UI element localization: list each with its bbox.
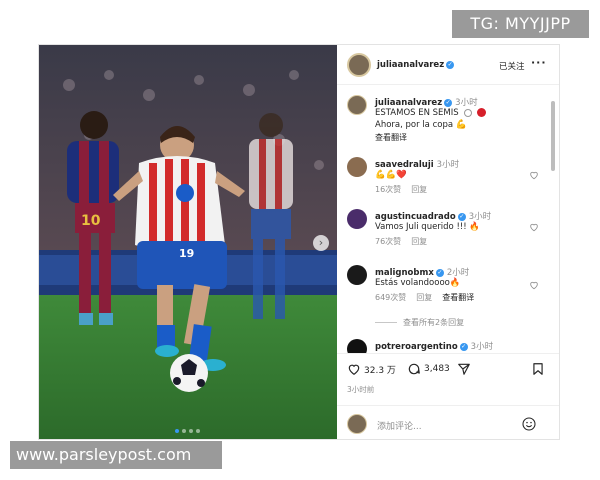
comment-text: Estás volandoooo🔥 xyxy=(375,278,461,288)
save-button[interactable] xyxy=(531,362,545,376)
add-comment-bar: 添加评论... xyxy=(337,405,559,439)
caption-username[interactable]: juliaanalvarez ✓ 3小时 xyxy=(375,96,478,108)
chevron-right-icon[interactable]: › xyxy=(313,235,329,251)
site-watermark: www.parsleypost.com xyxy=(10,441,222,469)
post-side-panel: juliaanalvarez ✓ 已关注 ··· juliaanalvarez ✓ 3… xyxy=(337,45,559,439)
following-button[interactable]: 已关注 xyxy=(499,60,525,72)
reply-button[interactable]: 回复 xyxy=(411,237,427,246)
action-bar: 32.3 万 3,483 3小时前 xyxy=(337,353,559,405)
comment-count: 3,483 xyxy=(424,364,450,374)
comment-text: 💪💪❤️ xyxy=(375,170,407,180)
heart-icon[interactable] xyxy=(529,222,539,232)
carousel-dot xyxy=(182,429,186,433)
instagram-post: 10 19 › juliaanalvarez ✓ 已关注 ··· juliaan… xyxy=(38,44,560,440)
bookmark-icon xyxy=(533,363,543,375)
view-replies-link[interactable]: 查看所有2条回复 xyxy=(375,317,464,328)
heart-icon[interactable] xyxy=(529,280,539,290)
avatar[interactable] xyxy=(347,95,367,115)
caption-text-line1: ESTAMOS EN SEMIS xyxy=(375,108,487,118)
svg-text:19: 19 xyxy=(179,247,194,260)
reply-button[interactable]: 回复 xyxy=(411,185,427,194)
avatar[interactable] xyxy=(347,339,367,353)
comment-meta: 16次赞 回复 xyxy=(375,184,437,195)
red-circle-emoji-icon xyxy=(477,108,487,117)
verified-icon: ✓ xyxy=(444,98,453,107)
heart-icon[interactable] xyxy=(529,170,539,180)
carousel-dot xyxy=(175,429,179,433)
share-icon xyxy=(458,363,470,375)
emoji-icon[interactable] xyxy=(521,416,537,432)
comment-icon xyxy=(408,363,420,375)
comment-username[interactable]: saavedraluji 3小时 xyxy=(375,158,459,170)
carousel-dots xyxy=(175,429,200,433)
header-username[interactable]: juliaanalvarez ✓ xyxy=(377,60,455,70)
avatar[interactable] xyxy=(347,157,367,177)
carousel-dot xyxy=(189,429,193,433)
carousel-dot xyxy=(196,429,200,433)
comment-input[interactable]: 添加评论... xyxy=(377,419,422,432)
verified-icon: ✓ xyxy=(435,268,444,277)
caption-text-line2: Ahora, por la copa 💪 xyxy=(375,120,467,130)
share-button[interactable] xyxy=(457,362,471,376)
comment-likes[interactable]: 649次赞 xyxy=(375,293,406,302)
see-translation-link[interactable]: 查看翻译 xyxy=(442,293,474,302)
comment-username[interactable]: agustincuadrado ✓ 3小时 xyxy=(375,210,491,222)
svg-text:10: 10 xyxy=(81,213,101,229)
comment-meta: 76次赞 回复 xyxy=(375,236,437,247)
comments-list[interactable]: juliaanalvarez ✓ 3小时 ESTAMOS EN SEMIS Ahor… xyxy=(337,85,559,353)
like-count: 32.3 万 xyxy=(364,365,396,376)
like-button[interactable]: 32.3 万 xyxy=(347,362,396,376)
comment-meta: 649次赞 回复 查看翻译 xyxy=(375,292,484,303)
flexed-bicep-emoji-icon: 💪 xyxy=(455,120,467,130)
verified-icon: ✓ xyxy=(457,212,466,221)
post-photo[interactable]: 10 19 › xyxy=(39,45,337,439)
reply-button[interactable]: 回复 xyxy=(416,293,432,302)
verified-icon: ✓ xyxy=(446,60,455,69)
post-timestamp: 3小时前 xyxy=(347,385,375,394)
more-options-button[interactable]: ··· xyxy=(531,56,547,69)
see-translation-link[interactable]: 查看翻译 xyxy=(375,132,407,143)
avatar xyxy=(347,414,367,434)
comment-username[interactable]: malignobmx ✓ 2小时 xyxy=(375,266,469,278)
avatar[interactable] xyxy=(347,209,367,229)
avatar[interactable] xyxy=(347,265,367,285)
comment-button[interactable]: 3,483 xyxy=(407,362,450,376)
verified-icon: ✓ xyxy=(459,342,468,351)
comment-username[interactable]: potreroargentino ✓ 3小时 xyxy=(375,340,493,352)
post-header: juliaanalvarez ✓ 已关注 ··· xyxy=(337,45,559,85)
football-scene: 10 19 xyxy=(39,45,337,439)
tg-watermark: TG: MYYJJPP xyxy=(452,10,589,38)
comment-likes[interactable]: 16次赞 xyxy=(375,185,401,194)
scrollbar[interactable] xyxy=(551,101,555,171)
circle-emoji-icon xyxy=(464,108,473,117)
comment-likes[interactable]: 76次赞 xyxy=(375,237,401,246)
comment-text: Vamos Juli querido !!! 🔥 xyxy=(375,222,480,232)
heart-icon xyxy=(348,364,360,375)
avatar[interactable] xyxy=(347,53,371,77)
